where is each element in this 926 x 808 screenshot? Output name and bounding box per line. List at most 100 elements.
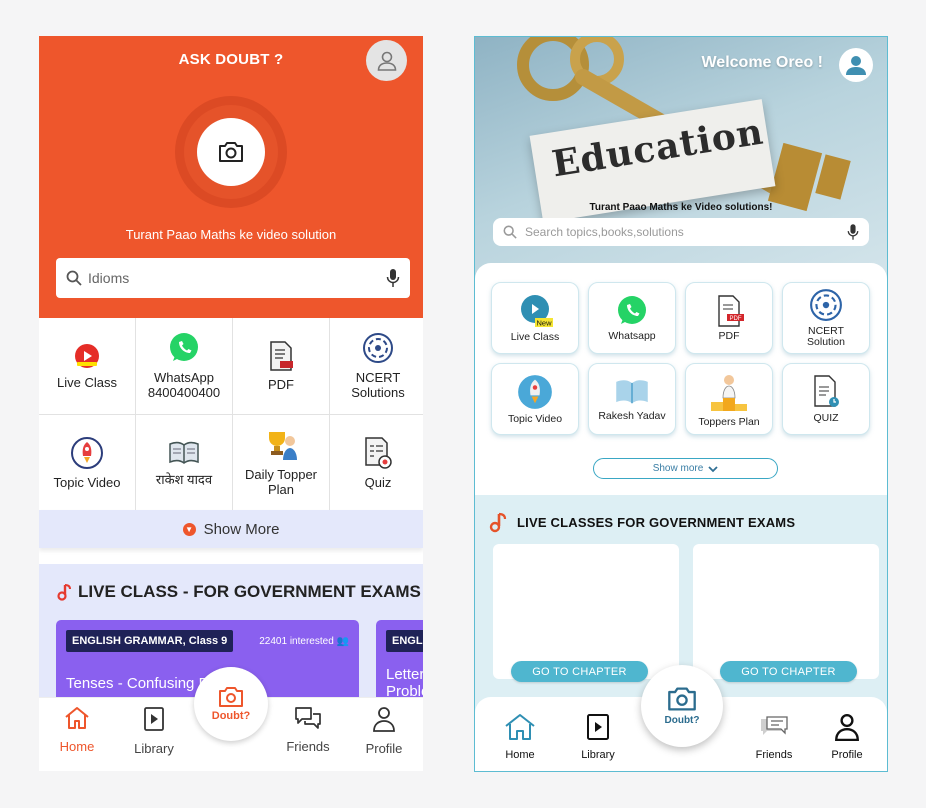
video-library-icon (144, 707, 164, 731)
grid-item-live-class[interactable]: Live Class (39, 318, 135, 414)
grid-item-label: राकेश यादव (155, 471, 213, 487)
svg-text:PDF: PDF (730, 316, 742, 322)
grid-item-label: Live Class (510, 330, 560, 343)
chat-bubbles-icon (295, 707, 321, 729)
camera-icon (668, 687, 696, 711)
live-music-icon (489, 512, 507, 533)
chevron-down-icon (708, 465, 718, 472)
user-icon (846, 56, 866, 75)
go-to-chapter-button[interactable]: GO TO CHAPTER (511, 661, 648, 682)
doubt-label: Doubt? (664, 715, 700, 726)
play-circle-icon: New (521, 294, 553, 327)
new-badge: New (536, 318, 552, 327)
grid-item-ncert[interactable]: NCERT Solution (782, 282, 870, 354)
microphone-icon[interactable] (847, 223, 859, 241)
camera-icon (219, 142, 243, 162)
grid-item-rakesh-yadav[interactable]: राकेश यादव (136, 415, 232, 511)
pdf-icon (270, 340, 293, 371)
nav-profile[interactable]: Profile (812, 713, 882, 761)
grid-item-label: Toppers Plan (698, 415, 760, 428)
grid-item-toppers-plan[interactable]: Toppers Plan (685, 363, 773, 435)
grid-item-daily-topper-plan[interactable]: Daily Topper Plan (233, 415, 329, 511)
microphone-icon[interactable] (386, 268, 400, 288)
nav-library-label: Library (134, 741, 174, 756)
pdf-icon: PDF (718, 294, 744, 327)
grid-item-topic-video[interactable]: Topic Video (491, 363, 579, 435)
show-more-button[interactable]: Show more (593, 458, 778, 479)
grid-item-pdf[interactable]: PDF PDF (685, 282, 773, 354)
rocket-icon (518, 374, 552, 409)
whatsapp-icon (618, 295, 646, 324)
grid-item-ncert[interactable]: NCERT Solutions (330, 318, 423, 414)
trophy-icon (269, 432, 297, 460)
grid-item-quiz[interactable]: Quiz (330, 415, 423, 511)
card-topic: LetterProble (386, 666, 423, 700)
nav-friends-label: Friends (286, 739, 330, 754)
doubt-fab-button[interactable]: Doubt? (194, 667, 268, 741)
show-more-label: Show more (652, 463, 704, 474)
search-input[interactable] (525, 225, 847, 239)
podium-icon (711, 374, 747, 411)
nav-friends-label: Friends (755, 749, 793, 761)
whatsapp-icon (170, 333, 198, 361)
nav-profile[interactable]: Profile (349, 706, 419, 756)
grid-item-label: Live Class (57, 374, 117, 390)
video-library-icon (587, 714, 609, 740)
profile-avatar[interactable] (839, 48, 873, 82)
live-class-card[interactable] (693, 544, 879, 679)
nav-profile-label: Profile (365, 741, 403, 756)
feature-grid: Live Class WhatsApp 8400400400 PDF NCERT S… (39, 318, 423, 511)
section-title: LIVE CLASS - FOR GOVERNMENT EXAMS (56, 582, 421, 602)
nav-library[interactable]: Library (119, 706, 189, 756)
search-icon (66, 270, 82, 286)
grid-item-whatsapp[interactable]: WhatsApp 8400400400 (136, 318, 232, 414)
camera-button[interactable] (197, 118, 265, 186)
home-icon (505, 714, 535, 740)
doubt-fab-button[interactable]: Doubt? (641, 665, 723, 747)
chat-bubbles-icon (761, 716, 788, 735)
doubt-label: Doubt? (211, 710, 251, 722)
grid-item-quiz[interactable]: QUIZ (782, 363, 870, 435)
search-input[interactable] (88, 270, 386, 286)
grid-item-topic-video[interactable]: Topic Video (39, 415, 135, 511)
home-icon (65, 707, 89, 729)
feature-panel: New Live Class Whatsapp PDF PDF NCERT Sol… (475, 263, 887, 495)
hero-caption: Turant Paao Maths ke Video solutions! (589, 202, 773, 213)
people-icon: 👥 (336, 636, 349, 647)
ask-doubt-hero: ASK DOUBT ? Turant Paao Maths ke video s… (39, 36, 423, 318)
grid-item-rakesh-yadav[interactable]: Rakesh Yadav (588, 363, 676, 435)
course-tag: ENGL (386, 630, 423, 652)
welcome-text: Welcome Oreo ! (701, 54, 823, 71)
interested-count: 22401 interested 👥 (259, 636, 349, 647)
ncert-icon (363, 333, 393, 363)
profile-avatar[interactable] (366, 40, 407, 81)
nav-home[interactable]: Home (42, 706, 112, 754)
search-bar[interactable] (56, 258, 410, 298)
nav-library-label: Library (581, 749, 615, 761)
live-class-card[interactable] (493, 544, 679, 679)
grid-item-label: PDF (718, 329, 740, 342)
nav-friends[interactable]: Friends (739, 713, 809, 761)
section-title: LIVE CLASSES FOR GOVERNMENT EXAMS (487, 511, 795, 533)
nav-home[interactable]: Home (485, 713, 555, 761)
camera-icon (219, 687, 243, 707)
nav-library[interactable]: Library (563, 713, 633, 761)
feature-grid: New Live Class Whatsapp PDF PDF NCERT Sol… (491, 282, 870, 435)
live-music-icon (57, 584, 71, 601)
grid-item-pdf[interactable]: PDF (233, 318, 329, 414)
chevron-down-icon: ▼ (182, 522, 196, 536)
nav-home-label: Home (505, 749, 535, 761)
search-bar[interactable] (493, 218, 869, 246)
hero-subtitle: Turant Paao Maths ke video solution (125, 227, 337, 242)
go-to-chapter-button[interactable]: GO TO CHAPTER (720, 661, 857, 682)
open-book-icon (616, 379, 648, 403)
grid-item-label: WhatsApp 8400400400 (147, 370, 221, 400)
show-more-button[interactable]: ▼ Show More (39, 510, 423, 548)
right-app-screen: Education Welcome Oreo ! Turant Paao Mat… (474, 36, 888, 772)
grid-item-label: NCERT Solutions (351, 370, 405, 400)
grid-item-whatsapp[interactable]: Whatsapp (588, 282, 676, 354)
nav-home-label: Home (59, 739, 95, 754)
grid-item-live-class[interactable]: New Live Class (491, 282, 579, 354)
grid-item-label: Rakesh Yadav (598, 409, 666, 422)
nav-friends[interactable]: Friends (273, 706, 343, 754)
